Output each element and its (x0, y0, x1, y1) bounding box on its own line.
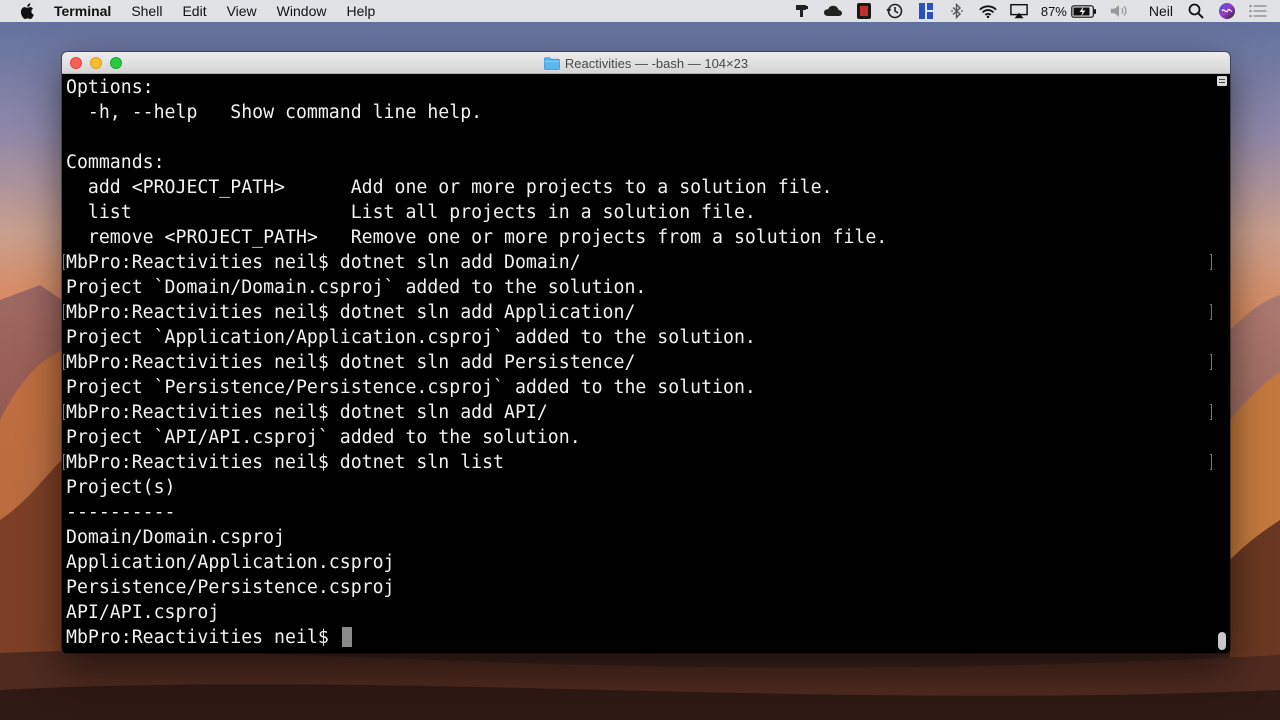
spotlight-search-icon[interactable] (1187, 3, 1205, 19)
terminal-line: Project `Application/Application.csproj`… (66, 327, 756, 348)
apple-menu-icon[interactable] (20, 3, 34, 19)
terminal-line: Application/Application.csproj (66, 552, 395, 573)
menu-shell[interactable]: Shell (131, 3, 162, 19)
prompt-mark-left (63, 254, 65, 270)
terminal-prompt-line: MbPro:Reactivities neil$ dotnet sln list (66, 452, 504, 473)
menu-bar: Terminal Shell Edit View Window Help 87% (0, 0, 1280, 22)
terminal-cursor (341, 627, 352, 647)
wifi-icon[interactable] (979, 3, 997, 19)
terminal-window: Reactivities — -bash — 104×23 Options: -… (62, 52, 1230, 653)
battery-percent: 87% (1040, 3, 1067, 19)
airplay-icon[interactable] (1010, 3, 1028, 19)
menu-terminal[interactable]: Terminal (54, 3, 111, 19)
terminal-line: list List all projects in a solution fil… (66, 202, 756, 223)
terminal-prompt-line: MbPro:Reactivities neil$ dotnet sln add … (66, 252, 581, 273)
window-title: Reactivities — -bash — 104×23 (564, 55, 749, 71)
notification-center-icon[interactable] (1249, 3, 1267, 19)
menu-edit[interactable]: Edit (182, 3, 206, 19)
prompt-mark-right (1210, 404, 1212, 420)
scrollbar[interactable] (1214, 74, 1230, 653)
prompt-mark-right (1210, 354, 1212, 370)
terminal-line: Project `Persistence/Persistence.csproj`… (66, 377, 756, 398)
window-titlebar[interactable]: Reactivities — -bash — 104×23 (62, 52, 1230, 74)
terminal-line: Project(s) (66, 477, 176, 498)
prompt-mark-left (63, 404, 65, 420)
terminal-active-prompt-line: MbPro:Reactivities neil$ (66, 625, 887, 650)
terminal-line: Project `API/API.csproj` added to the so… (66, 427, 581, 448)
prompt-mark-right (1210, 254, 1212, 270)
terminal-line: Persistence/Persistence.csproj (66, 577, 395, 598)
time-machine-icon[interactable] (886, 3, 904, 19)
terminal-line: add <PROJECT_PATH> Add one or more proje… (66, 177, 833, 198)
terminal-line: Project `Domain/Domain.csproj` added to … (66, 277, 647, 298)
terminal-output[interactable]: Options: -h, --help Show command line he… (62, 74, 1230, 653)
terminal-prompt: MbPro:Reactivities neil$ (66, 627, 340, 648)
terminal-line: Commands: (66, 152, 165, 173)
status-area: 87% Neil (793, 0, 1280, 22)
prompt-mark-left (63, 304, 65, 320)
prompt-mark-right (1210, 304, 1212, 320)
terminal-prompt-line: MbPro:Reactivities neil$ dotnet sln add … (66, 302, 636, 323)
siri-icon[interactable] (1218, 3, 1236, 19)
folder-icon (544, 56, 560, 70)
prompt-mark-left (63, 454, 65, 470)
split-pane-icon[interactable] (1217, 76, 1227, 86)
menu-help[interactable]: Help (346, 3, 375, 19)
volume-icon[interactable] (1110, 3, 1128, 19)
app-icon[interactable] (917, 3, 935, 19)
prompt-mark-left (63, 354, 65, 370)
bluetooth-icon[interactable] (948, 3, 966, 19)
terminal-prompt-line: MbPro:Reactivities neil$ dotnet sln add … (66, 352, 636, 373)
screen-record-icon[interactable] (855, 3, 873, 19)
menu-view[interactable]: View (227, 3, 257, 19)
input-icon[interactable] (793, 3, 811, 19)
creative-cloud-icon[interactable] (823, 3, 842, 19)
user-name[interactable]: Neil (1149, 3, 1173, 19)
terminal-line: -h, --help Show command line help. (66, 102, 483, 123)
battery-icon[interactable] (1071, 3, 1097, 19)
terminal-line: API/API.csproj (66, 602, 220, 623)
terminal-line: Options: (66, 77, 154, 98)
menu-window[interactable]: Window (277, 3, 327, 19)
prompt-mark-right (1210, 454, 1212, 470)
terminal-lines: Options: -h, --help Show command line he… (66, 75, 887, 650)
terminal-prompt-line: MbPro:Reactivities neil$ dotnet sln add … (66, 402, 548, 423)
terminal-line: Domain/Domain.csproj (66, 527, 285, 548)
terminal-line: remove <PROJECT_PATH> Remove one or more… (66, 227, 888, 248)
window-title-area: Reactivities — -bash — 104×23 (62, 52, 1230, 74)
terminal-line: ---------- (66, 502, 176, 523)
scrollbar-thumb[interactable] (1218, 632, 1226, 650)
